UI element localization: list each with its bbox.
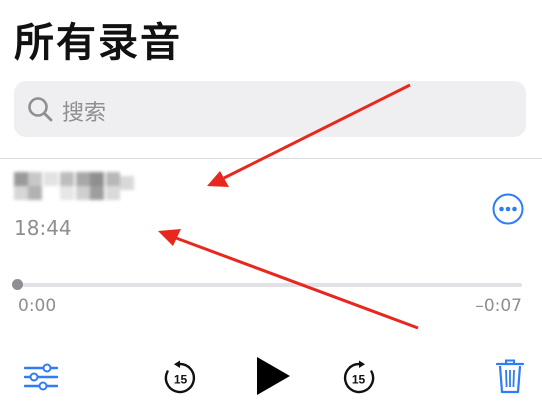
recording-title-redacted <box>14 170 136 202</box>
page-title: 所有录音 <box>14 20 182 66</box>
skip-forward-label: 15 <box>352 373 366 387</box>
recording-time: 18:44 <box>14 216 72 240</box>
skip-back-15-icon: 15 <box>164 360 196 394</box>
progress-thumb[interactable] <box>12 279 23 290</box>
trash-icon <box>495 359 525 394</box>
annotation-arrow-head <box>207 171 229 187</box>
search-icon <box>28 97 53 122</box>
play-icon <box>257 357 290 395</box>
search-field[interactable]: 搜索 <box>14 81 526 137</box>
more-options-button[interactable] <box>492 193 524 229</box>
annotation-arrow-head <box>158 229 181 246</box>
remaining-time: –0:07 <box>475 296 522 316</box>
play-button[interactable] <box>253 354 293 402</box>
skip-back-label: 15 <box>174 373 188 387</box>
more-options-icon <box>492 193 524 225</box>
search-placeholder: 搜索 <box>62 101 107 126</box>
elapsed-time: 0:00 <box>18 296 57 316</box>
skip-forward-15-icon: 15 <box>343 360 375 394</box>
sliders-icon <box>23 363 59 391</box>
skip-back-button[interactable]: 15 <box>162 360 198 400</box>
skip-forward-button[interactable]: 15 <box>341 360 377 400</box>
edit-settings-button[interactable] <box>23 362 59 396</box>
divider <box>0 158 542 159</box>
progress-track[interactable] <box>16 283 522 287</box>
delete-button[interactable] <box>495 358 525 398</box>
